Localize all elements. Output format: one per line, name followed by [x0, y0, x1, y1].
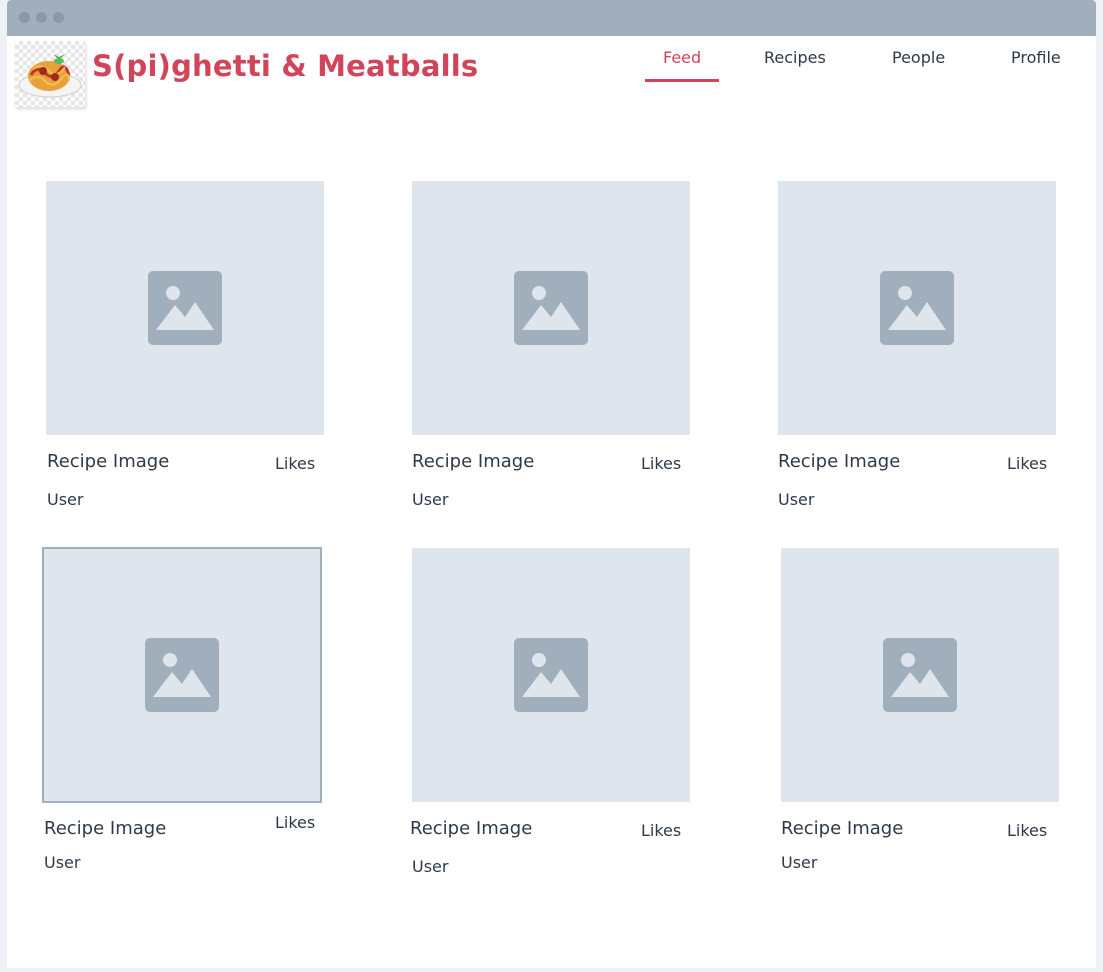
app-title: S(pi)ghetti & Meatballs — [92, 49, 479, 83]
image-placeholder-icon — [883, 638, 957, 712]
nav-people[interactable]: People — [892, 48, 945, 67]
likes-label[interactable]: Likes — [1007, 454, 1047, 473]
nav-recipes[interactable]: Recipes — [764, 48, 826, 67]
window-close-dot[interactable] — [19, 12, 30, 23]
recipe-card-image[interactable] — [781, 548, 1059, 802]
spaghetti-plate-icon[interactable] — [15, 41, 85, 107]
recipe-image-label: Recipe Image — [778, 451, 901, 472]
recipe-image-label: Recipe Image — [410, 818, 533, 839]
user-label[interactable]: User — [781, 853, 817, 872]
window-minimize-dot[interactable] — [36, 12, 47, 23]
recipe-image-label: Recipe Image — [44, 818, 167, 839]
likes-label[interactable]: Likes — [1007, 821, 1047, 840]
recipe-image-label: Recipe Image — [47, 451, 170, 472]
nav-profile[interactable]: Profile — [1011, 48, 1061, 67]
likes-label[interactable]: Likes — [641, 454, 681, 473]
user-label[interactable]: User — [412, 857, 448, 876]
recipe-card-image[interactable] — [778, 181, 1056, 435]
user-label[interactable]: User — [47, 490, 83, 509]
likes-label[interactable]: Likes — [641, 821, 681, 840]
recipe-image-label: Recipe Image — [781, 818, 904, 839]
user-label[interactable]: User — [778, 490, 814, 509]
image-placeholder-icon — [514, 271, 588, 345]
recipe-card-image[interactable] — [42, 547, 322, 803]
app-window: S(pi)ghetti & Meatballs Feed Recipes Peo… — [7, 0, 1096, 968]
window-titlebar — [7, 0, 1096, 36]
likes-label[interactable]: Likes — [275, 813, 315, 832]
image-placeholder-icon — [145, 638, 219, 712]
recipe-image-label: Recipe Image — [412, 451, 535, 472]
window-maximize-dot[interactable] — [53, 12, 64, 23]
image-placeholder-icon — [880, 271, 954, 345]
recipe-card-image[interactable] — [412, 181, 690, 435]
recipe-card-image[interactable] — [46, 181, 324, 435]
likes-label[interactable]: Likes — [275, 454, 315, 473]
user-label[interactable]: User — [412, 490, 448, 509]
image-placeholder-icon — [514, 638, 588, 712]
nav-feed[interactable]: Feed — [663, 48, 701, 67]
nav-active-indicator — [645, 79, 719, 82]
user-label[interactable]: User — [44, 853, 80, 872]
recipe-card-image[interactable] — [412, 548, 690, 802]
image-placeholder-icon — [148, 271, 222, 345]
